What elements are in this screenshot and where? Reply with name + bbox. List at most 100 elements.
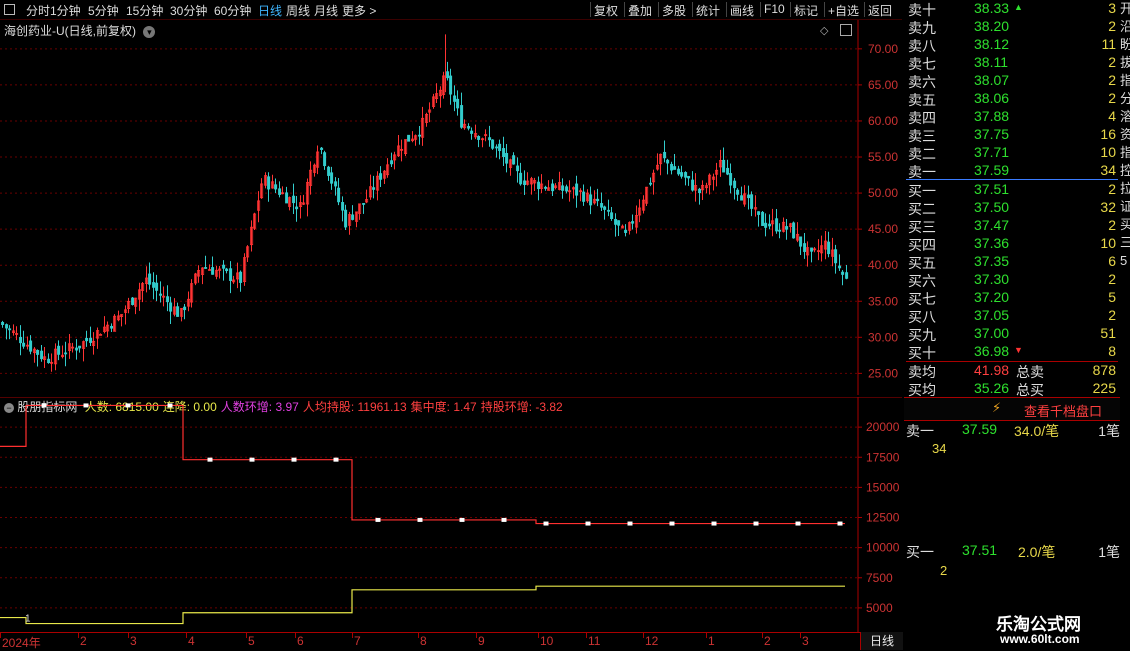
data-marker xyxy=(83,403,89,408)
candle xyxy=(383,169,387,185)
candle xyxy=(421,106,425,146)
buy-volume: 51 xyxy=(1100,325,1116,341)
candle xyxy=(743,185,747,207)
price-tick: 30.00 xyxy=(868,330,898,344)
sell-row[interactable]: 卖四 37.88 4 xyxy=(906,108,1118,126)
candle xyxy=(481,137,485,148)
view-depth-link[interactable]: 查看千档盘口 xyxy=(1024,401,1102,420)
menu-square-icon[interactable] xyxy=(4,4,15,15)
buy-volume: 8 xyxy=(1108,343,1116,359)
candle xyxy=(519,162,523,186)
candle xyxy=(460,92,464,129)
candle xyxy=(747,185,751,210)
toolbar-button-3[interactable]: 统计 xyxy=(696,2,720,19)
buy-row[interactable]: 买七 37.20 5 xyxy=(906,289,1118,307)
sell-row[interactable]: 卖五 38.06 2 xyxy=(906,90,1118,108)
price-tick: 65.00 xyxy=(868,78,898,92)
price-tick: 55.00 xyxy=(868,150,898,164)
candle xyxy=(638,199,642,223)
candle xyxy=(358,203,362,220)
indicator-tick: 10000 xyxy=(866,541,900,555)
date-label: 2 xyxy=(764,634,771,648)
candle xyxy=(607,199,611,217)
sell-row[interactable]: 卖七 38.11 2 xyxy=(906,54,1118,72)
indicator-chart[interactable]: 20000 17500 15000 12500 10000 7500 5000 1 xyxy=(0,397,902,632)
tab-period-2[interactable]: 5分钟 xyxy=(88,2,119,19)
buy-label: 买十 xyxy=(908,345,936,361)
date-tick xyxy=(0,633,1,638)
date-label: 3 xyxy=(802,634,809,648)
buy-row[interactable]: 买三 37.47 2 xyxy=(906,217,1118,235)
sell-volume: 2 xyxy=(1108,54,1116,70)
data-marker xyxy=(753,521,759,526)
indicator-tick: 12500 xyxy=(866,511,900,525)
date-label: 2 xyxy=(80,634,87,648)
sell-row[interactable]: 卖六 38.07 2 xyxy=(906,72,1118,90)
tab-period-8[interactable]: 月线 xyxy=(314,2,338,19)
toolbar-separator xyxy=(790,2,791,17)
data-marker xyxy=(837,521,843,526)
buy-row[interactable]: 买八 37.05 2 xyxy=(906,307,1118,325)
candle xyxy=(162,286,166,307)
buy-volume: 2 xyxy=(1108,271,1116,287)
candle xyxy=(376,171,380,201)
data-marker xyxy=(41,403,47,408)
tab-period-3[interactable]: 15分钟 xyxy=(126,2,163,19)
toolbar-button-8[interactable]: 返回 xyxy=(868,2,892,19)
candle xyxy=(449,68,453,105)
toolbar-separator xyxy=(824,2,825,17)
buy-price: 37.47 xyxy=(974,217,1010,233)
candle xyxy=(47,353,51,364)
period-label[interactable]: 日线 xyxy=(860,632,903,650)
toolbar-button-2[interactable]: 多股 xyxy=(662,2,686,19)
sell-row[interactable]: 卖二 37.71 10 xyxy=(906,144,1118,162)
buy-row[interactable]: 买六 37.30 2 xyxy=(906,271,1118,289)
sell-row[interactable]: 卖九 38.20 2 xyxy=(906,18,1118,36)
buy-label: 买九 xyxy=(908,327,936,343)
buy-row[interactable]: 买四 37.36 10 xyxy=(906,235,1118,253)
tab-period-6[interactable]: 日线 xyxy=(258,2,282,19)
tab-period-1[interactable]: 1分钟 xyxy=(50,2,81,19)
date-tick xyxy=(586,633,587,638)
toolbar-button-4[interactable]: 画线 xyxy=(730,2,754,19)
tab-period-0[interactable]: 分时 xyxy=(26,2,50,19)
sell-row[interactable]: 卖十 38.33 ▲ 3 xyxy=(906,0,1118,18)
toolbar-button-1[interactable]: 叠加 xyxy=(628,2,652,19)
date-tick xyxy=(128,633,129,638)
detail-buy1-count: 1笔 xyxy=(1098,544,1120,560)
indicator-tick: 5000 xyxy=(866,601,893,615)
data-marker xyxy=(795,521,801,526)
tab-period-5[interactable]: 60分钟 xyxy=(214,2,251,19)
sell-price: 37.88 xyxy=(974,108,1010,124)
toolbar-button-5[interactable]: F10 xyxy=(764,2,785,16)
toolbar-button-0[interactable]: 复权 xyxy=(594,2,618,19)
buy-volume: 2 xyxy=(1108,217,1116,233)
tab-period-4[interactable]: 30分钟 xyxy=(170,2,207,19)
candle xyxy=(810,247,814,263)
toolbar-button-7[interactable]: +自选 xyxy=(828,2,859,19)
tab-period-9[interactable]: 更多 > xyxy=(342,2,376,19)
toolbar-button-6[interactable]: 标记 xyxy=(794,2,818,19)
buy-price: 37.05 xyxy=(974,307,1010,323)
candle xyxy=(313,163,317,177)
candle xyxy=(645,186,649,206)
candle xyxy=(712,173,716,191)
tab-period-7[interactable]: 周线 xyxy=(286,2,310,19)
candle xyxy=(131,296,135,306)
data-marker xyxy=(585,521,591,526)
candlestick-chart[interactable]: 70.00 65.00 60.00 55.00 50.00 45.00 40.00 35.00… xyxy=(0,20,902,395)
sell-row[interactable]: 卖三 37.75 16 xyxy=(906,126,1118,144)
candle xyxy=(99,333,103,336)
candle xyxy=(309,161,313,195)
buy-row[interactable]: 买二 37.50 32 xyxy=(906,199,1118,217)
buy-row[interactable]: 买一 37.51 2 xyxy=(906,181,1118,199)
buy-row[interactable]: 买九 37.00 51 xyxy=(906,325,1118,343)
sell-row[interactable]: 卖一 37.59 34 xyxy=(906,162,1118,180)
date-tick xyxy=(352,633,353,638)
candle xyxy=(439,86,443,108)
buy-row[interactable]: 买五 37.35 6 xyxy=(906,253,1118,271)
candle xyxy=(544,185,548,191)
price-tick: 70.00 xyxy=(868,42,898,56)
buy-row[interactable]: 买十 36.98 ▼ 8 xyxy=(906,343,1118,361)
sell-row[interactable]: 卖八 38.12 11 xyxy=(906,36,1118,54)
